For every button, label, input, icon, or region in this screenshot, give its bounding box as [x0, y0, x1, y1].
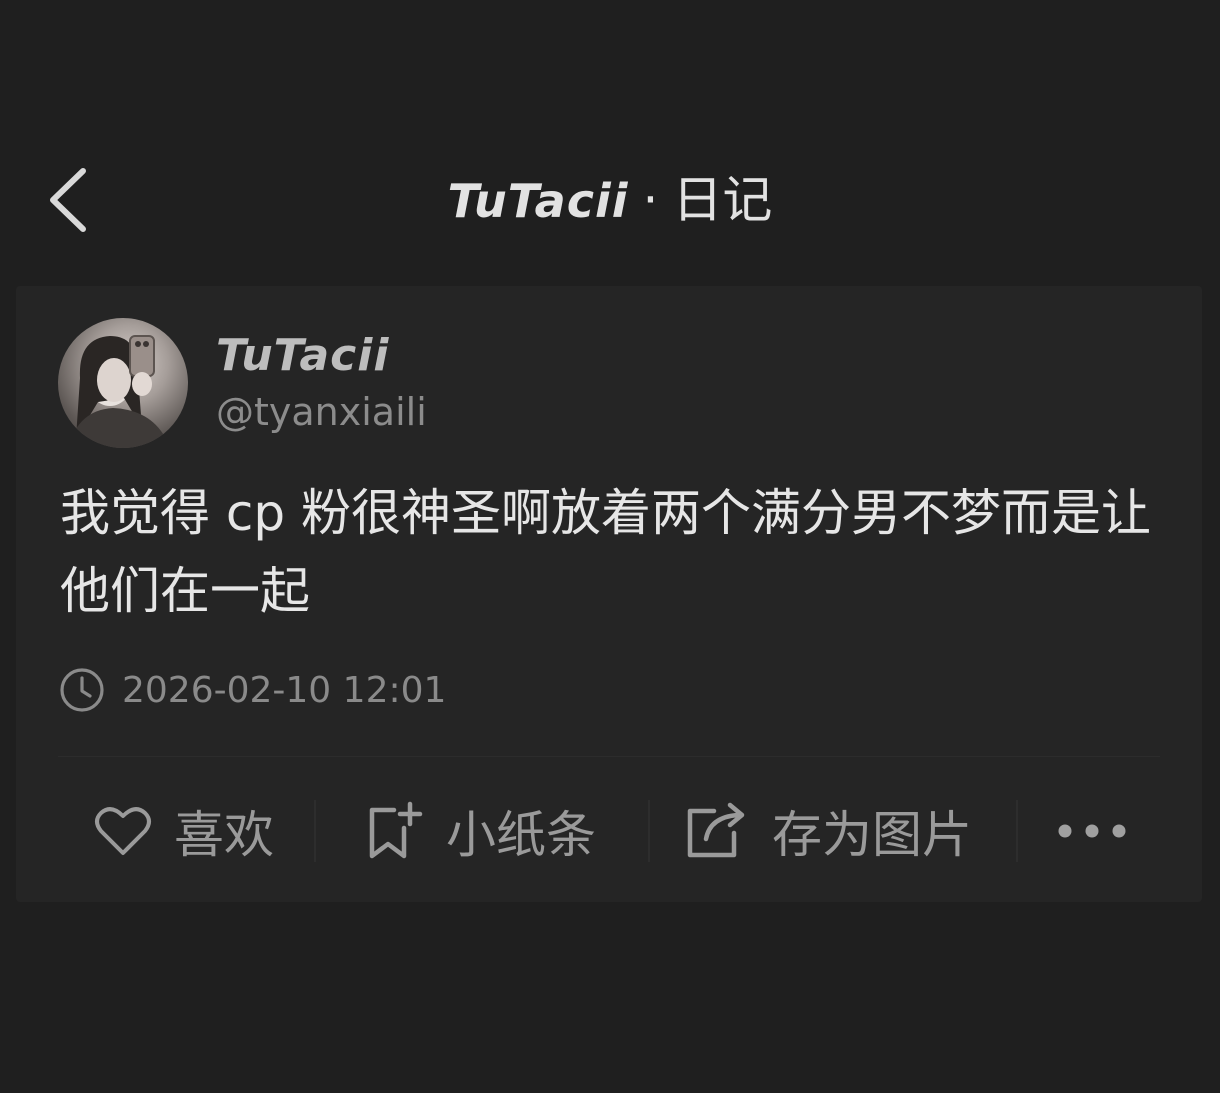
avatar-photo	[68, 335, 170, 448]
action-separator	[314, 800, 316, 862]
more-button[interactable]	[1052, 796, 1132, 866]
action-bar: 喜欢 小纸条 存为图片	[16, 786, 1202, 876]
bookmark-add-icon	[369, 801, 423, 859]
action-separator	[1016, 800, 1018, 862]
like-label: 喜欢	[174, 806, 274, 864]
save-image-button[interactable]: 存为图片	[684, 796, 972, 866]
avatar[interactable]	[58, 318, 188, 448]
author-handle: @tyanxiaili	[216, 390, 427, 434]
author-name[interactable]: TuTacii	[216, 328, 389, 384]
save-image-label: 存为图片	[772, 806, 972, 864]
share-export-icon	[687, 802, 745, 858]
action-separator	[648, 800, 650, 862]
page-title: TuTacii · 日记	[0, 168, 1220, 233]
clock-icon	[60, 668, 104, 712]
diary-post-card: TuTacii @tyanxiaili 我觉得 cp 粉很神圣啊放着两个满分男不…	[16, 286, 1202, 902]
nav-header: TuTacii · 日记	[0, 140, 1220, 260]
page-title-brand: TuTacii	[447, 174, 629, 228]
note-button[interactable]: 小纸条	[366, 796, 596, 866]
diary-screen: TuTacii · 日记 TuTacii @tyanxiaili 我觉得 cp 粉很…	[0, 0, 1220, 1093]
divider	[58, 756, 1160, 757]
note-label: 小纸条	[446, 806, 596, 864]
post-timestamp: 2026-02-10 12:01	[58, 664, 446, 716]
heart-icon	[95, 807, 151, 855]
like-button[interactable]: 喜欢	[94, 796, 274, 866]
more-dots-icon	[1058, 824, 1126, 838]
timestamp-text: 2026-02-10 12:01	[122, 669, 447, 711]
page-title-separator: ·	[642, 171, 659, 229]
page-title-section: 日记	[672, 171, 773, 229]
post-content: 我觉得 cp 粉很神圣啊放着两个满分男不梦而是让他们在一起	[60, 484, 1152, 620]
